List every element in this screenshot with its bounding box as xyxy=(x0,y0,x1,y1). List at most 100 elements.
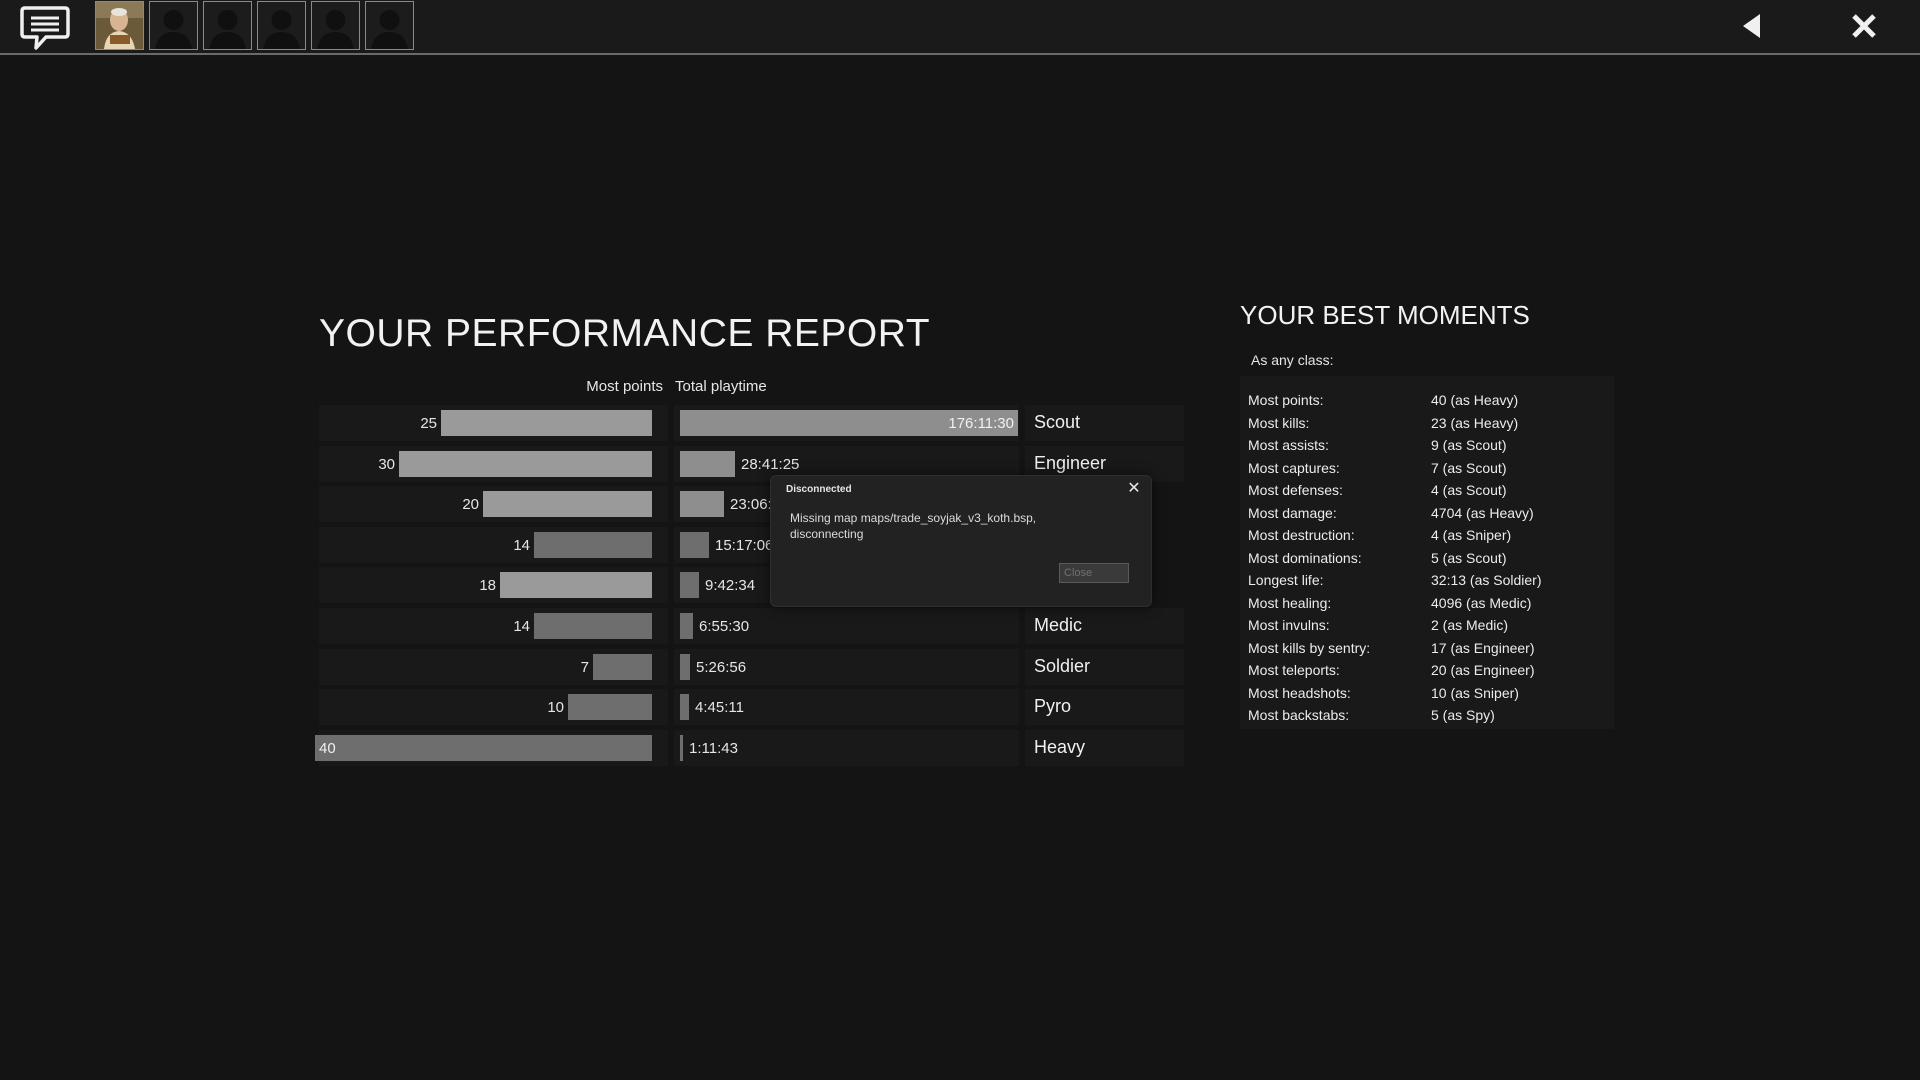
points-cell: 18 xyxy=(319,567,668,603)
avatar-silhouette[interactable] xyxy=(311,1,360,50)
points-value: 14 xyxy=(513,618,530,635)
avatar-silhouette[interactable] xyxy=(149,1,198,50)
moment-value: 5 (as Scout) xyxy=(1431,550,1507,566)
class-name: Pyro xyxy=(1034,696,1072,716)
moment-value: 23 (as Heavy) xyxy=(1431,415,1519,431)
moment-label: Most kills by sentry: xyxy=(1248,640,1371,656)
playtime-bar xyxy=(680,613,693,639)
disconnected-dialog: Disconnected ✕ Missing map maps/trade_so… xyxy=(770,475,1152,607)
moment-label: Most teleports: xyxy=(1248,662,1340,678)
playtime-bar xyxy=(680,491,724,517)
points-cell: 20 xyxy=(319,486,668,522)
points-value: 7 xyxy=(580,659,589,676)
moment-row: Most points: 40 (as Heavy) xyxy=(1240,392,1614,412)
playtime-bar xyxy=(680,451,735,477)
moment-row: Most backstabs: 5 (as Spy) xyxy=(1240,707,1614,727)
moment-row: Most teleports: 20 (as Engineer) xyxy=(1240,662,1614,682)
report-row: 7 5:26:56 Soldier xyxy=(319,649,1184,685)
playtime-bar xyxy=(680,735,683,761)
avatar-silhouette[interactable] xyxy=(203,1,252,50)
moment-label: Longest life: xyxy=(1248,572,1324,588)
playtime-value: 15:17:06 xyxy=(715,537,774,554)
moment-value: 4 (as Scout) xyxy=(1431,482,1507,498)
playtime-value: 1:11:43 xyxy=(689,740,738,757)
points-value: 30 xyxy=(378,456,395,473)
playtime-cell: 1:11:43 xyxy=(674,730,1019,766)
moment-label: Most invulns: xyxy=(1248,617,1330,633)
points-value: 14 xyxy=(513,537,530,554)
playtime-value: 6:55:30 xyxy=(699,618,750,635)
moment-value: 32:13 (as Soldier) xyxy=(1431,572,1542,588)
points-bar xyxy=(500,572,652,598)
moment-label: Most healing: xyxy=(1248,595,1332,611)
points-value: 25 xyxy=(420,415,437,432)
moment-label: Most assists: xyxy=(1248,437,1329,453)
avatar-photo[interactable] xyxy=(95,1,144,50)
points-cell: 25 xyxy=(319,405,668,441)
points-cell: 14 xyxy=(319,527,668,563)
class-name: Engineer xyxy=(1034,453,1107,473)
moment-row: Most healing: 4096 (as Medic) xyxy=(1240,595,1614,615)
moment-label: Most defenses: xyxy=(1248,482,1343,498)
moment-row: Most destruction: 4 (as Sniper) xyxy=(1240,527,1614,547)
playtime-value: 9:42:34 xyxy=(705,577,756,594)
class-cell: Heavy xyxy=(1025,730,1184,766)
points-bar xyxy=(568,694,652,720)
moments-subtitle: As any class: xyxy=(1251,352,1334,368)
moment-value: 4 (as Sniper) xyxy=(1431,527,1512,543)
points-value: 40 xyxy=(319,740,336,757)
chat-bubble-icon[interactable] xyxy=(20,4,70,52)
moment-row: Most damage: 4704 (as Heavy) xyxy=(1240,505,1614,525)
close-x-icon[interactable]: ✕ xyxy=(1125,480,1143,498)
moment-row: Most defenses: 4 (as Scout) xyxy=(1240,482,1614,502)
moment-value: 10 (as Sniper) xyxy=(1431,685,1519,701)
playtime-cell: 4:45:11 xyxy=(674,689,1019,725)
class-cell: Medic xyxy=(1025,608,1184,644)
dialog-close-button[interactable]: Close xyxy=(1059,563,1129,583)
moment-row: Most assists: 9 (as Scout) xyxy=(1240,437,1614,457)
moment-value: 5 (as Spy) xyxy=(1431,707,1495,723)
dialog-message: Missing map maps/trade_soyjak_v3_koth.bs… xyxy=(790,511,1037,541)
points-value: 20 xyxy=(462,496,479,513)
moment-label: Most kills: xyxy=(1248,415,1310,431)
points-bar xyxy=(534,532,652,558)
moment-value: 20 (as Engineer) xyxy=(1431,662,1535,678)
playtime-bar xyxy=(680,532,709,558)
points-value: 18 xyxy=(479,577,496,594)
dialog-title: Disconnected xyxy=(786,484,852,495)
moment-label: Most captures: xyxy=(1248,460,1340,476)
playtime-cell: 6:55:30 xyxy=(674,608,1019,644)
moment-label: Most headshots: xyxy=(1248,685,1351,701)
moment-label: Most backstabs: xyxy=(1248,707,1350,723)
report-row: 14 6:55:30 Medic xyxy=(319,608,1184,644)
points-bar xyxy=(483,491,652,517)
class-name: Heavy xyxy=(1034,737,1086,757)
top-bar xyxy=(0,0,1920,55)
back-arrow-icon[interactable] xyxy=(1740,12,1764,40)
moment-row: Most kills by sentry: 17 (as Engineer) xyxy=(1240,640,1614,660)
avatar-silhouette[interactable] xyxy=(365,1,414,50)
moment-value: 9 (as Scout) xyxy=(1431,437,1507,453)
points-cell: 10 xyxy=(319,689,668,725)
class-name: Soldier xyxy=(1034,656,1091,676)
column-header-playtime: Total playtime xyxy=(675,378,767,395)
close-x-icon[interactable] xyxy=(1850,12,1878,40)
moment-value: 40 (as Heavy) xyxy=(1431,392,1519,408)
playtime-value: 28:41:25 xyxy=(741,456,800,473)
report-row: 25 176:11:30 Scout xyxy=(319,405,1184,441)
moment-value: 17 (as Engineer) xyxy=(1431,640,1535,656)
moment-value: 4096 (as Medic) xyxy=(1431,595,1532,611)
avatar-silhouette[interactable] xyxy=(257,1,306,50)
moment-row: Most invulns: 2 (as Medic) xyxy=(1240,617,1614,637)
points-cell: 14 xyxy=(319,608,668,644)
points-bar xyxy=(593,654,652,680)
moments-title: YOUR BEST MOMENTS xyxy=(1240,300,1530,330)
column-header-points: Most points xyxy=(586,378,663,395)
moment-value: 4704 (as Heavy) xyxy=(1431,505,1534,521)
moment-row: Most kills: 23 (as Heavy) xyxy=(1240,415,1614,435)
class-cell: Pyro xyxy=(1025,689,1184,725)
moment-label: Most dominations: xyxy=(1248,550,1362,566)
class-cell: Scout xyxy=(1025,405,1184,441)
class-name: Scout xyxy=(1034,412,1081,432)
report-title: YOUR PERFORMANCE REPORT xyxy=(319,312,931,355)
